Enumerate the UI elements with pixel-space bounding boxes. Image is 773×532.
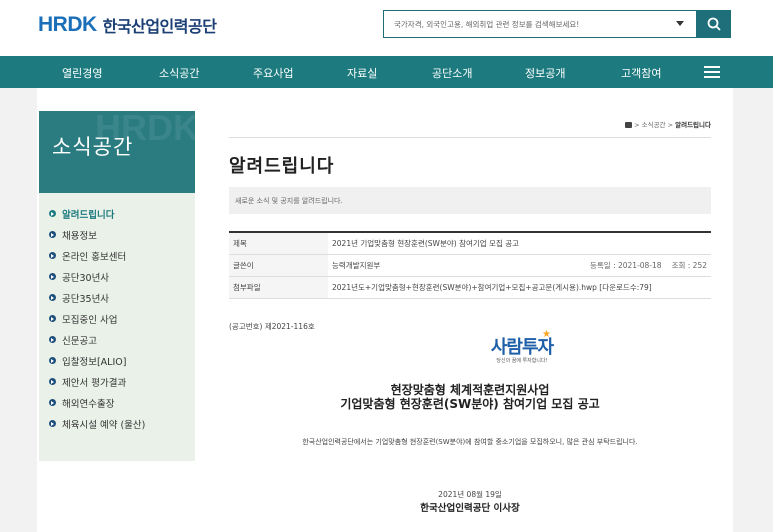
arrow-bullet-icon — [49, 210, 56, 217]
sidebar-title: 소식공간 — [52, 135, 134, 159]
arrow-bullet-icon — [49, 231, 56, 238]
notice-headline: 현장맞춤형 체계적훈련지원사업 기업맞춤형 현장훈련(SW분야) 참여기업 모집… — [229, 383, 711, 411]
nav-item-news[interactable]: 소식공간 — [159, 65, 199, 81]
arrow-bullet-icon — [49, 357, 56, 364]
search-placeholder: 국가자격, 외국인고용, 해외취업 관련 정보를 검색해보세요! — [394, 19, 580, 29]
sidebar-item-label: 온라인 홍보센터 — [62, 251, 127, 263]
table-row: 글쓴이 능력개발지원부 등록일 : 2021-08-18 조회 : 252 — [229, 254, 711, 277]
search-input[interactable]: 국가자격, 외국인고용, 해외취업 관련 정보를 검색해보세요! — [383, 10, 697, 38]
site-header: HRDK 한국산업인력공단 국가자격, 외국인고용, 해외취업 관련 정보를 검… — [0, 0, 773, 56]
headline-line-1: 현장맞춤형 체계적훈련지원사업 — [390, 383, 550, 397]
home-icon[interactable] — [625, 122, 633, 128]
table-row: 제목 2021년 기업맞춤형 현장훈련(SW분야) 참여기업 모집 공고 — [229, 232, 711, 255]
breadcrumb-current: 알려드립니다 — [675, 121, 711, 129]
nav-item-disclosure[interactable]: 정보공개 — [525, 65, 565, 81]
nav-item-customer[interactable]: 고객참여 — [621, 65, 661, 81]
arrow-bullet-icon — [49, 399, 56, 406]
sidebar-item-label: 해외연수출장 — [62, 398, 115, 410]
star-icon: ★ — [542, 329, 551, 340]
sidebar-item-label: 체육시설 예약 (울산) — [62, 419, 146, 431]
arrow-bullet-icon — [49, 420, 56, 427]
site-logo[interactable]: HRDK 한국산업인력공단 — [38, 12, 217, 38]
logo-mark: HRDK — [38, 13, 97, 36]
divider — [229, 137, 711, 138]
search-icon — [707, 17, 721, 31]
sidebar-item-notices[interactable]: 알려드립니다 — [39, 203, 195, 224]
hamburger-menu-icon[interactable] — [704, 66, 720, 78]
arrow-bullet-icon — [49, 273, 56, 280]
search-button[interactable] — [697, 10, 731, 38]
sidebar-item-label: 공단30년사 — [62, 272, 110, 284]
sidebar-item-overseas-training[interactable]: 해외연수출장 — [39, 392, 195, 413]
post-meta: 등록일 : 2021-08-18 조회 : 252 — [580, 260, 707, 271]
attachment-label: 첨부파일 — [229, 276, 328, 299]
post-info-table: 제목 2021년 기업맞춤형 현장훈련(SW분야) 참여기업 모집 공고 글쓴이… — [229, 231, 711, 299]
brand-logo: 사람투자 ★ 당신의 꿈에 투자합니다! — [487, 329, 557, 364]
sidebar-item-label: 모집중인 사업 — [62, 314, 118, 326]
sidebar-item-label: 입찰정보[ALIO] — [62, 356, 127, 368]
sidebar-item-newspaper[interactable]: 신문공고 — [39, 329, 195, 350]
search-bar: 국가자격, 외국인고용, 해외취업 관련 정보를 검색해보세요! — [383, 10, 731, 38]
arrow-bullet-icon — [49, 336, 56, 343]
nav-item-about[interactable]: 공단소개 — [432, 65, 472, 81]
nav-item-business[interactable]: 주요사업 — [253, 65, 293, 81]
notice-body: 한국산업인력공단에서는 기업맞춤형 현장훈련(SW분야)에 참여할 중소기업을 … — [302, 438, 638, 446]
sidebar-item-pr-center[interactable]: 온라인 홍보센터 — [39, 245, 195, 266]
sidebar-item-label: 공단35년사 — [62, 293, 110, 305]
subject-label: 제목 — [229, 232, 328, 255]
sidebar-item-label: 제안서 평가결과 — [62, 377, 127, 389]
sidebar-item-proposal-results[interactable]: 제안서 평가결과 — [39, 371, 195, 392]
page-description: 새로운 소식 및 공지를 알려드립니다. — [229, 187, 711, 214]
author-label: 글쓴이 — [229, 254, 328, 277]
sidebar-item-30-years[interactable]: 공단30년사 — [39, 266, 195, 287]
sidebar-item-label: 채용정보 — [62, 230, 97, 242]
sidebar-item-35-years[interactable]: 공단35년사 — [39, 287, 195, 308]
notice-date: 2021년 08월 19일 — [438, 490, 502, 499]
page-title: 알려드립니다 — [229, 156, 335, 177]
sidebar-header: HRDK 소식공간 — [39, 111, 195, 193]
arrow-bullet-icon — [49, 294, 56, 301]
sidebar-item-bidding[interactable]: 입찰정보[ALIO] — [39, 350, 195, 371]
notice-number: (공고번호) 제2021-116호 — [229, 322, 315, 331]
author-cell: 능력개발지원부 등록일 : 2021-08-18 조회 : 252 — [328, 254, 711, 277]
nav-item-library[interactable]: 자료실 — [347, 65, 377, 81]
post-date: 등록일 : 2021-08-18 — [589, 261, 662, 270]
breadcrumb-path[interactable]: > 소식공간 > — [634, 121, 675, 129]
author-value: 능력개발지원부 — [332, 261, 381, 270]
nav-item-open-management[interactable]: 열린경영 — [62, 65, 102, 81]
sidebar-item-recruitment[interactable]: 채용정보 — [39, 224, 195, 245]
sidebar-item-label: 신문공고 — [62, 335, 97, 347]
arrow-bullet-icon — [49, 378, 56, 385]
attachment-link[interactable]: 2021년도+기업맞춤형+현장훈련(SW분야)+참여기업+모집+공고문(게시용)… — [328, 276, 711, 299]
post-views: 조회 : 252 — [671, 261, 707, 270]
headline-line-2: 기업맞춤형 현장훈련(SW분야) 참여기업 모집 공고 — [340, 397, 600, 411]
sidebar-item-gym-reservation[interactable]: 체육시설 예약 (울산) — [39, 413, 195, 434]
sidebar-item-label: 알려드립니다 — [62, 209, 115, 221]
logo-name: 한국산업인력공단 — [102, 17, 217, 36]
notice-signer: 한국산업인력공단 이사장 — [420, 503, 520, 514]
subject-value: 2021년 기업맞춤형 현장훈련(SW분야) 참여기업 모집 공고 — [328, 232, 711, 255]
sidebar-item-open-programs[interactable]: 모집중인 사업 — [39, 308, 195, 329]
breadcrumb: > 소식공간 > 알려드립니다 — [560, 119, 711, 129]
main-nav: 열린경영 소식공간 주요사업 자료실 공단소개 정보공개 고객참여 — [0, 56, 773, 88]
arrow-bullet-icon — [49, 315, 56, 322]
arrow-bullet-icon — [49, 252, 56, 259]
sidebar-menu: 알려드립니다 채용정보 온라인 홍보센터 공단30년사 공단35년사 모집중인 … — [39, 193, 195, 461]
table-row: 첨부파일 2021년도+기업맞춤형+현장훈련(SW분야)+참여기업+모집+공고문… — [229, 276, 711, 299]
brand-subtitle: 당신의 꿈에 투자합니다! — [496, 358, 548, 364]
chevron-down-icon[interactable] — [676, 21, 684, 26]
